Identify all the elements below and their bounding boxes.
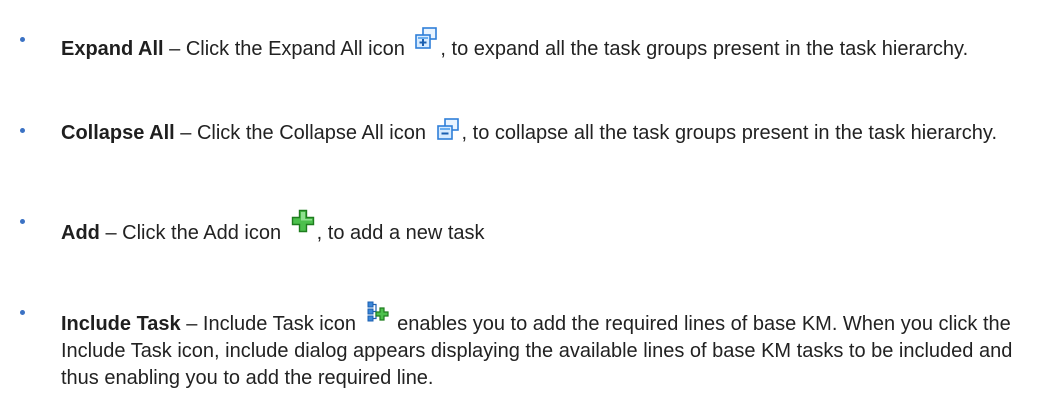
collapse-all-icon	[436, 118, 460, 142]
description-part: , to expand all the task groups present …	[440, 38, 969, 60]
bullet	[20, 37, 25, 42]
bullet	[20, 128, 25, 133]
expand-all-icon	[414, 27, 438, 51]
list-item-text: Add – Click the Add icon , to add a new …	[61, 209, 1021, 247]
list-item-text: Include Task – Include Task icon enables…	[61, 300, 1021, 392]
description-part: , to add a new task	[316, 222, 485, 244]
description-part: , to collapse all the task groups presen…	[461, 122, 997, 144]
term-expand-all: Expand All	[61, 38, 164, 60]
description-part: – Click the Add icon	[99, 222, 282, 244]
description-part: – Include Task icon	[180, 313, 356, 335]
add-icon	[291, 209, 315, 233]
description-part: – Click the Collapse All icon	[174, 122, 426, 144]
list-item-text: Collapse All – Click the Collapse All ic…	[61, 118, 1021, 147]
term-include-task: Include Task	[61, 313, 181, 335]
bullet	[20, 310, 25, 315]
list-item-text: Expand All – Click the Expand All icon ,…	[61, 27, 1021, 63]
description-part: – Click the Expand All icon	[163, 38, 405, 60]
term-collapse-all: Collapse All	[61, 122, 175, 144]
term-add: Add	[61, 222, 100, 244]
bullet	[20, 219, 25, 224]
include-task-icon	[366, 300, 390, 324]
